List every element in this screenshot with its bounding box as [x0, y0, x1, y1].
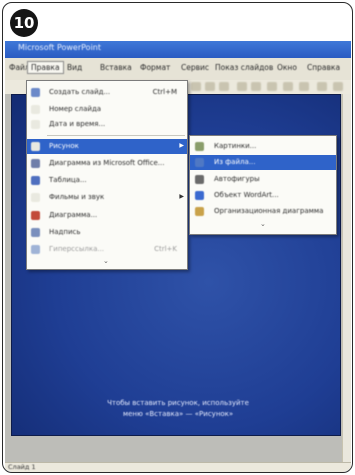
menu-item-text-box[interactable]: Надпись	[27, 225, 187, 240]
toolbar-button-icon[interactable]	[205, 82, 215, 91]
application-screenshot: Microsoft PowerPoint Файл Правка Вид Вст…	[5, 41, 351, 472]
toolbar-button-icon[interactable]	[251, 82, 261, 91]
slide-caption-line-2: меню «Вставка» — «Рисунок»	[122, 410, 234, 418]
menu-tools[interactable]: Сервис	[181, 63, 209, 72]
menu-item-label: Фильмы и звук	[49, 193, 105, 201]
menu-item-picture[interactable]: Рисунок ▶	[27, 139, 187, 154]
new-slide-icon	[31, 88, 40, 97]
menu-item-office-chart[interactable]: Диаграмма из Microsoft Office...	[27, 156, 187, 171]
slide-caption-line-1: Чтобы вставить рисунок, используйте	[107, 399, 249, 407]
menu-item-label: Создать слайд...	[49, 88, 111, 96]
menu-bar: Файл Правка Вид Вставка Формат Сервис По…	[5, 58, 351, 81]
expand-menu-chevron-icon[interactable]: ⌄	[103, 257, 109, 265]
menu-item-hyperlink[interactable]: Гиперссылка... Ctrl+K	[27, 242, 187, 257]
submenu-item-label: Из файла...	[214, 158, 256, 166]
illustration-frame: 10 Microsoft PowerPoint Файл Правка Вид …	[2, 2, 353, 473]
menu-item-date-time[interactable]: Дата и время...	[27, 117, 187, 132]
menu-item-movies-sound[interactable]: Фильмы и звук ▶	[27, 190, 187, 205]
autoshapes-icon	[195, 175, 204, 184]
menu-item-label: Диаграмма...	[49, 211, 98, 219]
submenu-arrow-icon: ▶	[179, 193, 184, 200]
org-chart-icon	[195, 207, 204, 216]
table-icon	[31, 176, 40, 185]
menu-item-shortcut: Ctrl+M	[152, 88, 177, 96]
menu-format[interactable]: Формат	[140, 63, 170, 72]
menu-slideshow[interactable]: Показ слайдов	[215, 63, 273, 72]
insert-menu-dropdown: Создать слайд... Ctrl+M Номер слайда Дат…	[26, 80, 188, 270]
menu-view[interactable]: Вид	[67, 63, 82, 72]
picture-submenu: Картинки... Из файла... Автофигуры Объек…	[189, 135, 337, 235]
window-title: Microsoft PowerPoint	[18, 43, 101, 52]
menu-item-label: Надпись	[49, 228, 81, 236]
menu-insert[interactable]: Вставка	[100, 63, 132, 72]
menu-item-slide-number[interactable]: Номер слайда	[27, 102, 187, 117]
vertical-scrollbar[interactable]	[342, 94, 351, 462]
menu-item-diagram[interactable]: Диаграмма...	[27, 208, 187, 223]
menu-help[interactable]: Справка	[307, 63, 340, 72]
text-box-icon	[31, 228, 40, 237]
submenu-item-wordart[interactable]: Объект WordArt...	[190, 188, 336, 203]
toolbar-button-icon[interactable]	[299, 82, 309, 91]
menu-item-label: Таблица...	[49, 176, 87, 184]
movie-sound-icon	[31, 193, 40, 202]
wordart-icon	[195, 191, 204, 200]
submenu-item-label: Организационная диаграмма	[214, 207, 324, 215]
menu-item-label: Гиперссылка...	[49, 245, 105, 253]
menu-separator	[47, 135, 185, 136]
menu-item-label: Дата и время...	[49, 120, 106, 128]
submenu-item-autoshapes[interactable]: Автофигуры	[190, 172, 336, 187]
slide-number-icon	[31, 105, 40, 114]
date-time-icon	[31, 120, 40, 129]
submenu-item-label: Картинки...	[214, 142, 257, 150]
toolbar-button-icon[interactable]	[333, 82, 343, 91]
submenu-arrow-icon: ▶	[179, 142, 184, 149]
status-bar: Слайд 1	[5, 462, 351, 472]
menu-item-label: Рисунок	[49, 142, 79, 150]
toolbar-button-icon[interactable]	[283, 82, 293, 91]
clipart-icon	[195, 142, 204, 151]
submenu-item-label: Объект WordArt...	[214, 191, 279, 199]
toolbar-button-icon[interactable]	[237, 82, 247, 91]
submenu-item-clipart[interactable]: Картинки...	[190, 139, 336, 154]
toolbar-button-icon[interactable]	[219, 82, 229, 91]
step-number-badge: 10	[10, 9, 38, 37]
submenu-item-from-file[interactable]: Из файла...	[190, 155, 336, 170]
menu-item-shortcut: Ctrl+K	[154, 245, 177, 253]
toolbar-button-icon[interactable]	[191, 82, 201, 91]
expand-submenu-chevron-icon[interactable]: ⌄	[260, 220, 266, 228]
menu-item-new-slide[interactable]: Создать слайд... Ctrl+M	[27, 85, 187, 100]
toolbar-button-icon[interactable]	[317, 82, 327, 91]
title-bar: Microsoft PowerPoint	[5, 41, 351, 58]
submenu-item-org-chart[interactable]: Организационная диаграмма	[190, 204, 336, 219]
chart-icon	[31, 159, 40, 168]
menu-item-label: Диаграмма из Microsoft Office...	[49, 159, 165, 167]
from-file-icon	[195, 158, 204, 167]
menu-item-label: Номер слайда	[49, 105, 102, 113]
menu-window[interactable]: Окно	[277, 63, 297, 72]
hyperlink-icon	[31, 245, 40, 254]
diagram-icon	[31, 211, 40, 220]
menu-item-table[interactable]: Таблица...	[27, 173, 187, 188]
status-text: Слайд 1	[8, 463, 36, 471]
submenu-item-label: Автофигуры	[214, 175, 260, 183]
toolbar-button-icon[interactable]	[267, 82, 277, 91]
menu-insert-open[interactable]: Правка	[27, 61, 64, 74]
picture-icon	[31, 142, 40, 151]
